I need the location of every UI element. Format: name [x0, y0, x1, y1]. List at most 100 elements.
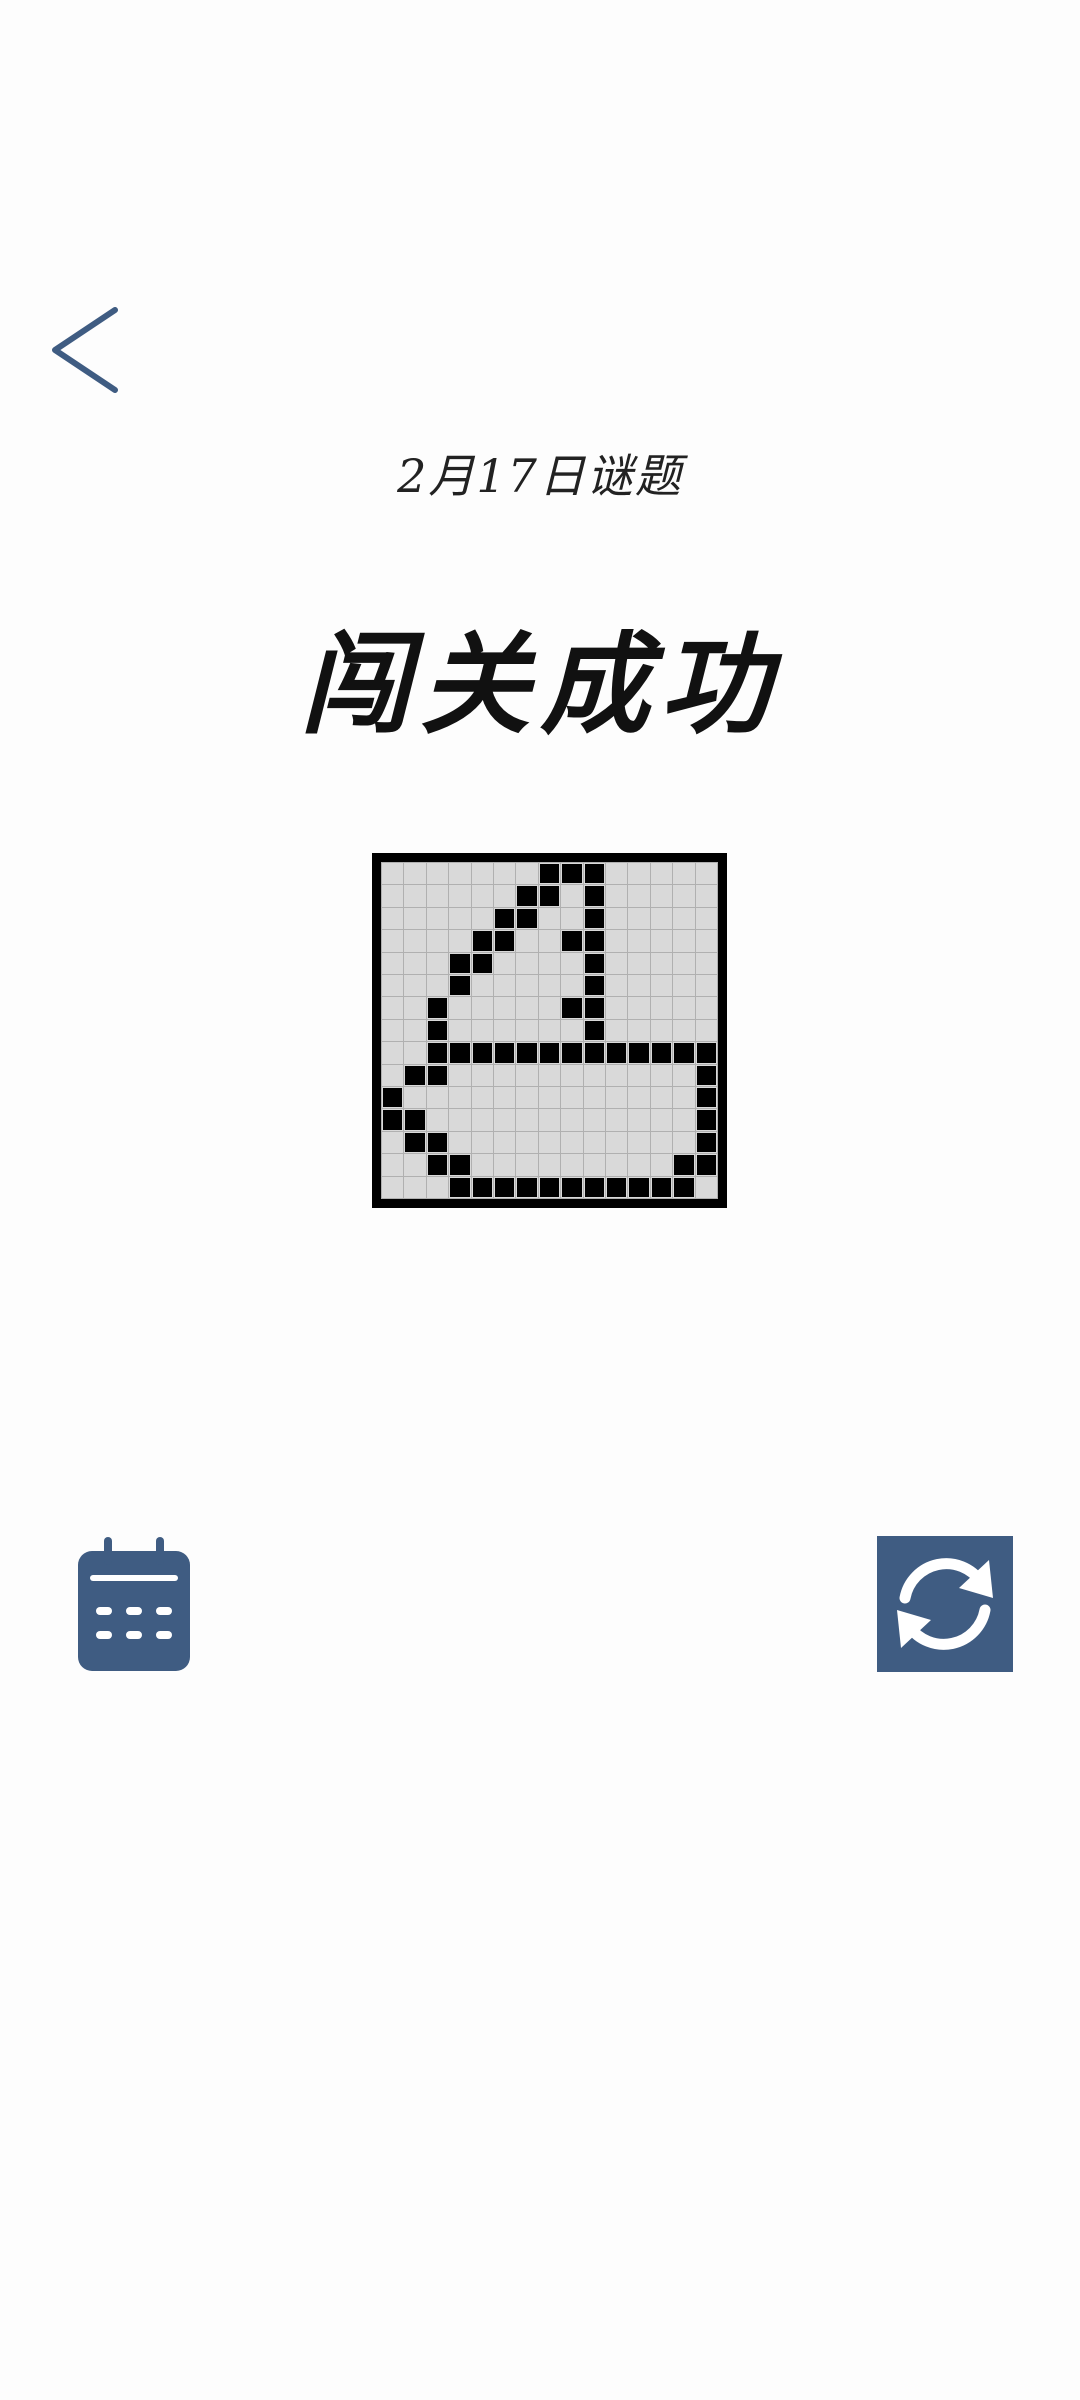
grid-cell-empty [404, 997, 426, 1019]
grid-cell-empty [449, 997, 471, 1019]
grid-cell-empty [650, 952, 673, 974]
grid-cell-empty [673, 930, 695, 952]
calendar-button[interactable] [74, 1535, 194, 1675]
grid-cell-empty [404, 952, 426, 974]
grid-cell-empty [695, 885, 717, 907]
grid-cell-empty [516, 1109, 538, 1131]
grid-cell-empty [673, 1131, 695, 1154]
grid-cell-empty [516, 930, 538, 952]
grid-cell-filled [516, 907, 538, 930]
grid-cell-empty [583, 1131, 605, 1154]
grid-cell-filled [561, 1042, 583, 1064]
grid-cell-filled [695, 1042, 717, 1064]
result-title: 闯关成功 [300, 620, 780, 749]
grid-cell-empty [673, 1087, 695, 1109]
grid-cell-empty [494, 1131, 516, 1154]
grid-cell-empty [538, 1109, 561, 1131]
grid-cell-filled [561, 997, 583, 1019]
grid-cell-empty [606, 1087, 628, 1109]
grid-cell-filled [650, 1176, 673, 1198]
grid-cell-empty [628, 1019, 650, 1042]
refresh-icon [897, 1558, 993, 1650]
grid-cell-empty [404, 907, 426, 930]
grid-cell-empty [650, 1109, 673, 1131]
grid-cell-empty [695, 863, 717, 885]
puzzle-result-screen: 2月17日谜题 闯关成功 [0, 0, 1080, 2400]
grid-cell-filled [382, 1109, 404, 1131]
grid-cell-empty [628, 975, 650, 997]
grid-cell-empty [695, 1176, 717, 1198]
grid-cell-filled [673, 1042, 695, 1064]
grid-cell-empty [494, 1109, 516, 1131]
grid-cell-empty [673, 1019, 695, 1042]
grid-cell-empty [538, 952, 561, 974]
grid-cell-empty [695, 997, 717, 1019]
grid-cell-empty [650, 907, 673, 930]
grid-cell-empty [471, 1109, 493, 1131]
grid-cell-filled [583, 930, 605, 952]
grid-cell-empty [449, 863, 471, 885]
grid-cell-empty [426, 1176, 449, 1198]
grid-cell-empty [695, 907, 717, 930]
grid-cell-filled [606, 1176, 628, 1198]
grid-cell-empty [606, 907, 628, 930]
grid-cell-empty [426, 1109, 449, 1131]
grid-cell-filled [426, 997, 449, 1019]
back-button[interactable] [40, 300, 130, 400]
grid-cell-empty [673, 1064, 695, 1086]
grid-cell-empty [516, 1064, 538, 1086]
grid-cell-empty [449, 1087, 471, 1109]
grid-cell-empty [538, 1154, 561, 1176]
grid-cell-empty [606, 975, 628, 997]
grid-cell-empty [538, 1019, 561, 1042]
grid-cell-empty [606, 1064, 628, 1086]
grid-cell-empty [516, 952, 538, 974]
puzzle-grid [372, 853, 727, 1208]
grid-cell-empty [404, 1019, 426, 1042]
grid-cell-filled [426, 1019, 449, 1042]
grid-cell-filled [538, 885, 561, 907]
grid-cell-filled [583, 907, 605, 930]
grid-cell-empty [494, 1154, 516, 1176]
grid-cell-empty [628, 1131, 650, 1154]
grid-cell-empty [606, 1131, 628, 1154]
grid-cell-empty [471, 885, 493, 907]
grid-cell-empty [494, 997, 516, 1019]
grid-cell-filled [449, 952, 471, 974]
grid-cell-filled [583, 997, 605, 1019]
grid-cell-empty [382, 1176, 404, 1198]
grid-cell-empty [650, 1019, 673, 1042]
grid-cell-filled [606, 1042, 628, 1064]
grid-cell-empty [426, 907, 449, 930]
grid-cell-filled [695, 1064, 717, 1086]
grid-cell-empty [606, 1019, 628, 1042]
grid-cell-empty [494, 1064, 516, 1086]
grid-cell-empty [494, 863, 516, 885]
grid-cell-empty [494, 975, 516, 997]
grid-cell-empty [628, 952, 650, 974]
grid-cell-empty [449, 1109, 471, 1131]
grid-cell-empty [561, 1064, 583, 1086]
grid-cell-empty [471, 1019, 493, 1042]
grid-cell-empty [606, 1109, 628, 1131]
grid-cell-filled [426, 1042, 449, 1064]
grid-cell-empty [673, 1109, 695, 1131]
grid-cell-empty [426, 863, 449, 885]
puzzle-grid-cells [381, 862, 718, 1199]
grid-cell-empty [516, 1131, 538, 1154]
grid-cell-empty [426, 1087, 449, 1109]
grid-cell-empty [471, 863, 493, 885]
refresh-button[interactable] [877, 1536, 1013, 1672]
grid-cell-filled [494, 907, 516, 930]
grid-cell-empty [628, 1087, 650, 1109]
grid-cell-filled [583, 885, 605, 907]
grid-cell-filled [673, 1176, 695, 1198]
grid-cell-filled [426, 1154, 449, 1176]
grid-cell-empty [628, 997, 650, 1019]
grid-cell-empty [561, 885, 583, 907]
grid-cell-filled [583, 1176, 605, 1198]
grid-cell-empty [426, 975, 449, 997]
grid-cell-empty [561, 1109, 583, 1131]
grid-cell-empty [449, 1019, 471, 1042]
grid-cell-filled [673, 1154, 695, 1176]
